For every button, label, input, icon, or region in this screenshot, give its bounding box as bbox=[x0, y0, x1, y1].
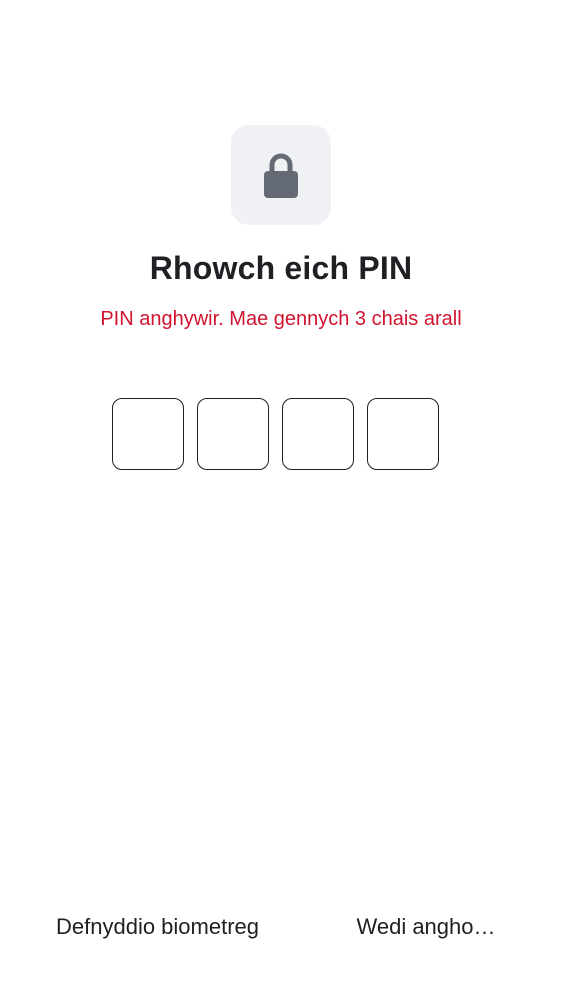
pin-digit-4[interactable] bbox=[367, 398, 439, 470]
pin-digit-2[interactable] bbox=[197, 398, 269, 470]
pin-input-row[interactable] bbox=[112, 398, 439, 470]
pin-digit-3[interactable] bbox=[282, 398, 354, 470]
lock-icon bbox=[264, 153, 298, 198]
page-title: Rhowch eich PIN bbox=[149, 250, 413, 286]
forgot-pin-button[interactable]: Wedi angho… bbox=[348, 914, 504, 940]
pin-error-message: PIN anghywir. Mae gennych 3 chais arall bbox=[100, 308, 462, 330]
lock-tile bbox=[231, 125, 331, 225]
pin-digit-1[interactable] bbox=[112, 398, 184, 470]
use-biometrics-button[interactable]: Defnyddio biometreg bbox=[56, 914, 259, 940]
